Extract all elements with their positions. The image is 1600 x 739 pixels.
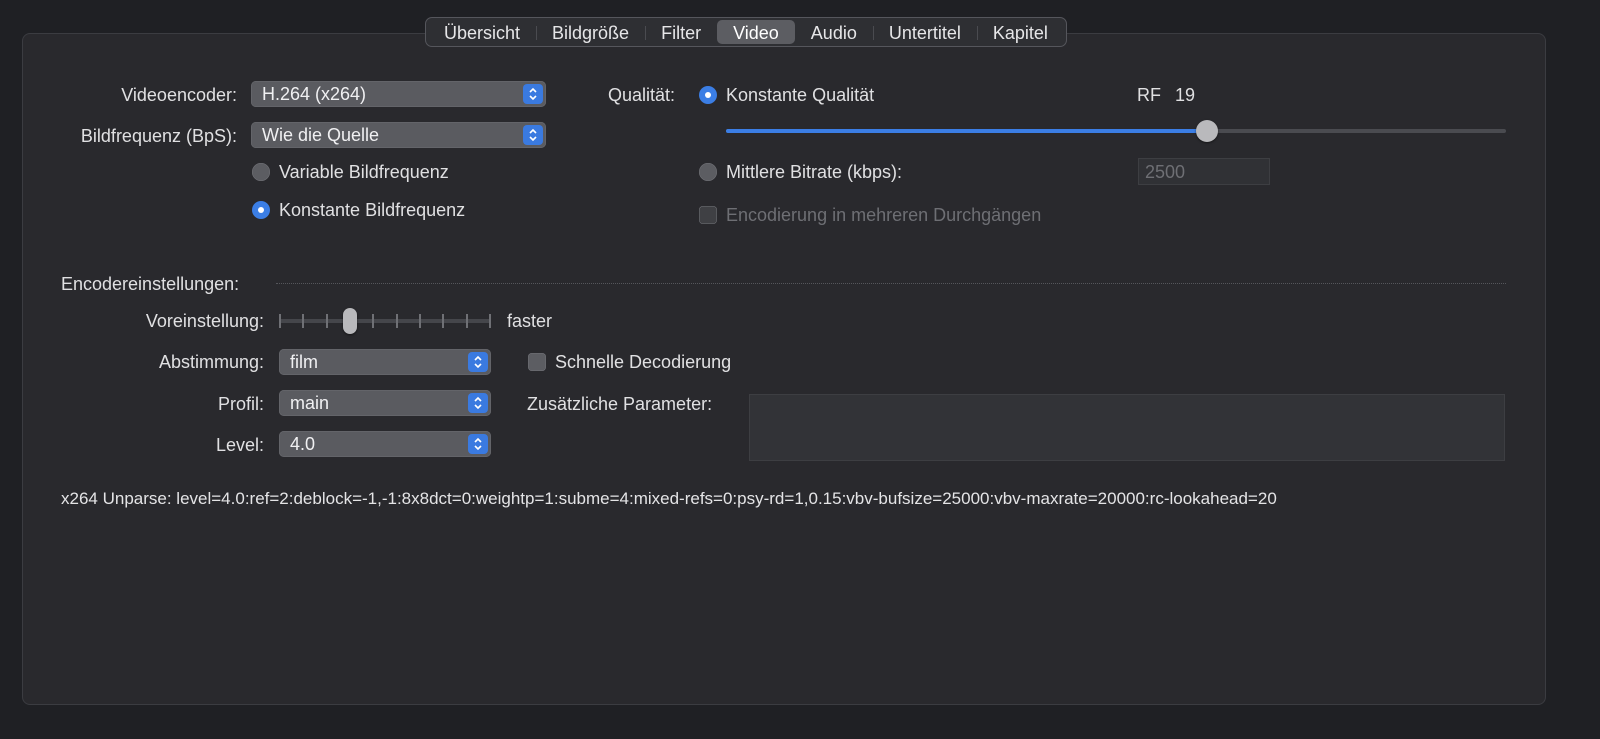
preset-tick	[489, 314, 491, 328]
extra-params-textarea[interactable]	[749, 394, 1505, 461]
constant-framerate-radio[interactable]	[252, 201, 270, 219]
video-encoder-value: H.264 (x264)	[262, 84, 367, 104]
variable-framerate-radio[interactable]	[252, 163, 270, 181]
preset-tick	[442, 314, 445, 328]
avg-bitrate-label: Mittlere Bitrate (kbps):	[726, 162, 903, 182]
section-divider	[276, 283, 1506, 284]
tab-audio[interactable]: Audio	[795, 20, 873, 44]
multipass-label: Encodierung in mehreren Durchgängen	[726, 205, 1042, 225]
variable-framerate-label: Variable Bildfrequenz	[279, 162, 449, 182]
framerate-select[interactable]: Wie die Quelle	[251, 122, 546, 148]
tab-overview[interactable]: Übersicht	[428, 20, 536, 44]
tab-subtitles[interactable]: Untertitel	[872, 20, 977, 44]
chevron-updown-icon	[468, 393, 488, 413]
video-encoder-select[interactable]: H.264 (x264)	[251, 81, 546, 107]
extra-params-label: Zusätzliche Parameter:	[527, 394, 713, 414]
preset-tick	[325, 314, 328, 328]
quality-label: Qualität:	[608, 85, 676, 105]
tune-select[interactable]: film	[279, 349, 491, 375]
quality-slider[interactable]	[726, 120, 1506, 142]
x264-unparse-text: x264 Unparse: level=4.0:ref=2:deblock=-1…	[61, 489, 1277, 508]
level-label: Level:	[215, 435, 264, 455]
chevron-updown-icon	[468, 352, 488, 372]
level-value: 4.0	[290, 434, 316, 454]
video-encoder-label: Videoencoder:	[121, 85, 237, 105]
encoder-settings-heading: Encodereinstellungen:	[61, 274, 240, 294]
tune-value: film	[290, 352, 318, 372]
tab-filters[interactable]: Filter	[645, 20, 717, 44]
rf-label: RF	[1137, 85, 1161, 105]
fast-decode-checkbox[interactable]	[528, 353, 546, 371]
tune-label: Abstimmung:	[158, 352, 264, 372]
preset-value: faster	[507, 311, 553, 331]
preset-ticks	[279, 314, 491, 328]
constant-quality-label: Konstante Qualität	[726, 85, 875, 105]
constant-quality-radio[interactable]	[699, 86, 717, 104]
framerate-value: Wie die Quelle	[262, 125, 380, 145]
rf-value: 19	[1175, 85, 1196, 105]
fast-decode-label: Schnelle Decodierung	[555, 352, 732, 372]
avg-bitrate-radio[interactable]	[699, 163, 717, 181]
quality-slider-knob[interactable]	[1195, 120, 1218, 142]
preset-tick	[372, 314, 375, 328]
preset-label: Voreinstellung:	[145, 311, 264, 331]
tab-chapters[interactable]: Kapitel	[976, 20, 1064, 44]
constant-framerate-label: Konstante Bildfrequenz	[279, 200, 466, 220]
preset-slider-knob[interactable]	[343, 308, 357, 334]
preset-tick	[302, 314, 305, 328]
quality-slider-fill	[726, 129, 1207, 133]
tab-video[interactable]: Video	[717, 20, 795, 44]
chevron-updown-icon	[468, 434, 488, 454]
chevron-updown-icon	[523, 84, 543, 104]
tab-dimensions[interactable]: Bildgröße	[536, 20, 645, 44]
profile-select[interactable]: main	[279, 390, 491, 416]
profile-label: Profil:	[217, 394, 264, 414]
level-select[interactable]: 4.0	[279, 431, 491, 457]
preset-slider[interactable]	[279, 308, 491, 334]
preset-tick	[465, 314, 468, 328]
preset-tick	[279, 314, 281, 328]
bitrate-input[interactable]: 2500	[1138, 158, 1270, 185]
multipass-checkbox[interactable]	[699, 206, 717, 224]
tab-bar: Übersicht Bildgröße Filter Video Audio U…	[425, 17, 1067, 47]
chevron-updown-icon	[523, 125, 543, 145]
preset-tick	[395, 314, 398, 328]
framerate-label: Bildfrequenz (BpS):	[80, 126, 237, 146]
profile-value: main	[290, 393, 330, 413]
preset-tick	[419, 314, 421, 328]
